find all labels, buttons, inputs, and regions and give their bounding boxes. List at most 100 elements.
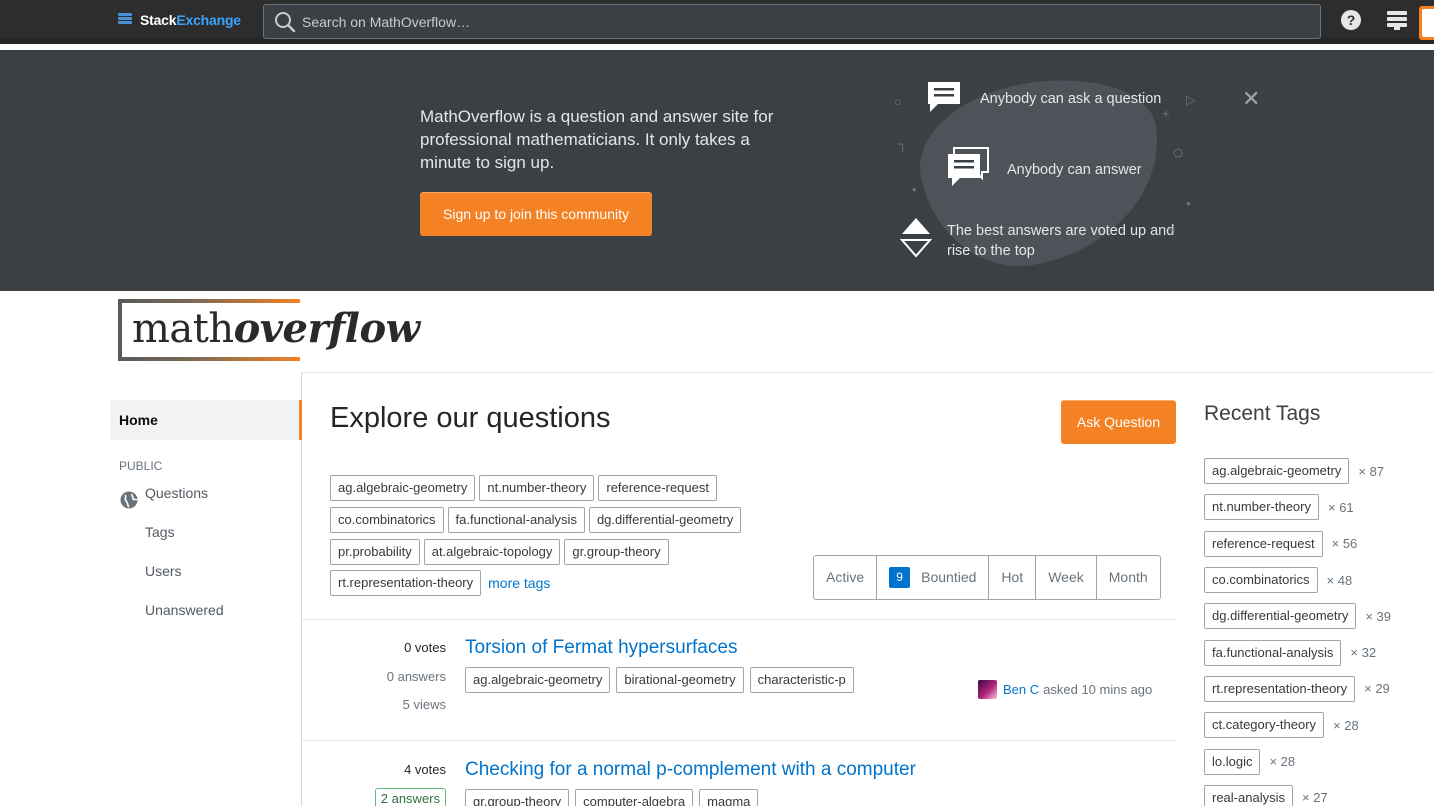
stackexchange-logo[interactable]: Stack Exchange <box>118 12 241 28</box>
mathoverflow-logo[interactable]: mathoverflow <box>118 299 420 361</box>
avatar[interactable] <box>978 680 997 699</box>
tag-count: × 29 <box>1364 681 1390 697</box>
question-stats: 4 votes 2 answers <box>330 756 446 806</box>
nav-users[interactable]: Users <box>110 552 302 591</box>
view-count: 5 views <box>402 697 446 712</box>
tag-link[interactable]: fa.functional-analysis <box>447 507 585 533</box>
filter-week-label: Week <box>1048 569 1084 585</box>
tag-row: ag.algebraic-geometry nt.number-theory r… <box>330 475 717 501</box>
tag-link[interactable]: dg.differential-geometry <box>1204 603 1357 630</box>
recent-tags-list: ag.algebraic-geometry × 87 nt.number-theo… <box>1204 453 1391 806</box>
answer-bubble-icon <box>946 146 990 191</box>
brand-stack: Stack <box>140 12 177 28</box>
nav-questions-label: Questions <box>145 485 209 501</box>
filter-active-label: Active <box>826 569 865 585</box>
tag-link[interactable]: nt.number-theory <box>479 475 595 501</box>
tag-count: × 87 <box>1358 463 1385 479</box>
tag-link[interactable]: lo.logic <box>1204 748 1261 775</box>
tag-link[interactable]: ag.algebraic-geometry <box>1204 458 1350 485</box>
tag-count: × 27 <box>1301 790 1328 806</box>
tag-link[interactable]: nt.number-theory <box>1204 494 1319 521</box>
tag-link[interactable]: ag.algebraic-geometry <box>330 475 476 501</box>
tag-count: × 48 <box>1326 572 1353 588</box>
tag-row: rt.representation-theory more tags <box>330 570 550 596</box>
tag-link[interactable]: gr.group-theory <box>465 789 570 806</box>
corner-deco-icon: ┐ <box>898 136 908 151</box>
recent-tag-row: fa.functional-analysis × 32 <box>1204 634 1391 670</box>
bounty-count-badge: 9 <box>889 567 911 588</box>
tag-link[interactable]: rt.representation-theory <box>1204 675 1356 702</box>
tag-link[interactable]: dg.differential-geometry <box>588 507 742 533</box>
nav-unanswered[interactable]: Unanswered <box>110 591 302 630</box>
ask-question-button[interactable]: Ask Question <box>1061 400 1176 444</box>
logo-plain: math <box>132 306 234 352</box>
site-switcher-icon[interactable] <box>1386 10 1410 34</box>
tag-link[interactable]: characteristic-p <box>749 667 854 693</box>
tag-link[interactable]: reference-request <box>1204 530 1323 557</box>
filter-week[interactable]: Week <box>1036 556 1097 599</box>
recent-tag-row: ct.category-theory × 28 <box>1204 707 1391 743</box>
asked-time: asked 10 mins ago <box>1043 682 1153 697</box>
vote-count: 4 votes <box>404 762 446 777</box>
recent-tag-row: dg.differential-geometry × 39 <box>1204 598 1391 634</box>
tag-count: × 28 <box>1269 754 1296 770</box>
recent-tag-row: reference-request × 56 <box>1204 526 1391 562</box>
globe-icon <box>120 485 138 509</box>
tag-link[interactable]: gr.group-theory <box>564 539 669 565</box>
filter-month[interactable]: Month <box>1097 556 1160 599</box>
plus-deco-icon: + <box>1168 222 1176 237</box>
filter-active[interactable]: Active <box>814 556 878 599</box>
logo-bold: overflow <box>233 305 420 352</box>
brand-exchange: Exchange <box>176 12 241 28</box>
tag-link[interactable]: real-analysis <box>1204 784 1293 806</box>
question-title[interactable]: Checking for a normal p-complement with … <box>465 759 916 781</box>
nav-tags[interactable]: Tags <box>110 513 302 552</box>
tag-link[interactable]: co.combinatorics <box>330 507 444 533</box>
user-link[interactable]: Ben C <box>1003 682 1039 697</box>
plus-deco-icon: + <box>1162 106 1170 121</box>
answer-count-badge: 2 answers <box>374 787 446 806</box>
tag-link[interactable]: computer-algebra <box>575 789 694 806</box>
answer-count: 0 answers <box>386 668 446 684</box>
filter-bountied-label: Bountied <box>921 569 977 585</box>
ring-deco-icon: ○ <box>1172 142 1185 164</box>
nav-questions[interactable]: Questions <box>110 474 302 513</box>
question-meta: Ben C asked 10 mins ago <box>978 680 1152 699</box>
filter-hot[interactable]: Hot <box>989 556 1037 599</box>
search-icon <box>274 11 296 33</box>
tag-count: × 32 <box>1350 645 1377 661</box>
filter-bountied[interactable]: 9 Bountied <box>877 556 990 599</box>
tag-link[interactable]: fa.functional-analysis <box>1204 639 1342 666</box>
help-icon[interactable]: ? <box>1341 10 1365 34</box>
close-icon[interactable]: ✕ <box>1242 88 1260 110</box>
page-title: Explore our questions <box>330 402 611 434</box>
tag-row: co.combinatorics fa.functional-analysis … <box>330 507 742 533</box>
more-tags-link[interactable]: more tags <box>488 575 550 591</box>
signup-button[interactable]: Sign up to join this community <box>420 192 652 236</box>
dot-deco-icon: • <box>912 182 917 197</box>
tag-count: × 39 <box>1365 608 1392 624</box>
tag-link[interactable]: reference-request <box>598 475 717 501</box>
tag-link[interactable]: ag.algebraic-geometry <box>465 667 611 693</box>
divider <box>302 619 1176 620</box>
nav-home[interactable]: Home <box>110 400 302 440</box>
recent-tag-row: co.combinatorics × 48 <box>1204 562 1391 598</box>
question-tags: gr.group-theory computer-algebra magma <box>465 789 759 806</box>
banner-intro: MathOverflow is a question and answer si… <box>420 107 774 172</box>
search-input[interactable] <box>302 13 1202 30</box>
search-box[interactable] <box>263 4 1321 39</box>
tag-link[interactable]: birational-geometry <box>616 667 744 693</box>
tag-link[interactable]: pr.probability <box>330 539 420 565</box>
feature-ask: Anybody can ask a question <box>980 91 1162 107</box>
feature-vote: The best answers are voted up and rise t… <box>947 223 1175 259</box>
tag-link[interactable]: ct.category-theory <box>1204 712 1325 739</box>
nav-public-heading: PUBLIC <box>119 459 163 473</box>
question-title[interactable]: Torsion of Fermat hypersurfaces <box>465 637 737 659</box>
tag-link[interactable]: at.algebraic-topology <box>423 539 561 565</box>
signup-tab[interactable] <box>1419 6 1434 40</box>
tag-link[interactable]: co.combinatorics <box>1204 567 1318 594</box>
left-sidebar: Home PUBLIC Questions Tags Users Unanswe… <box>110 400 302 630</box>
tag-link[interactable]: magma <box>699 789 759 806</box>
tag-link[interactable]: rt.representation-theory <box>330 570 482 596</box>
dot-deco-icon: • <box>1186 196 1191 211</box>
